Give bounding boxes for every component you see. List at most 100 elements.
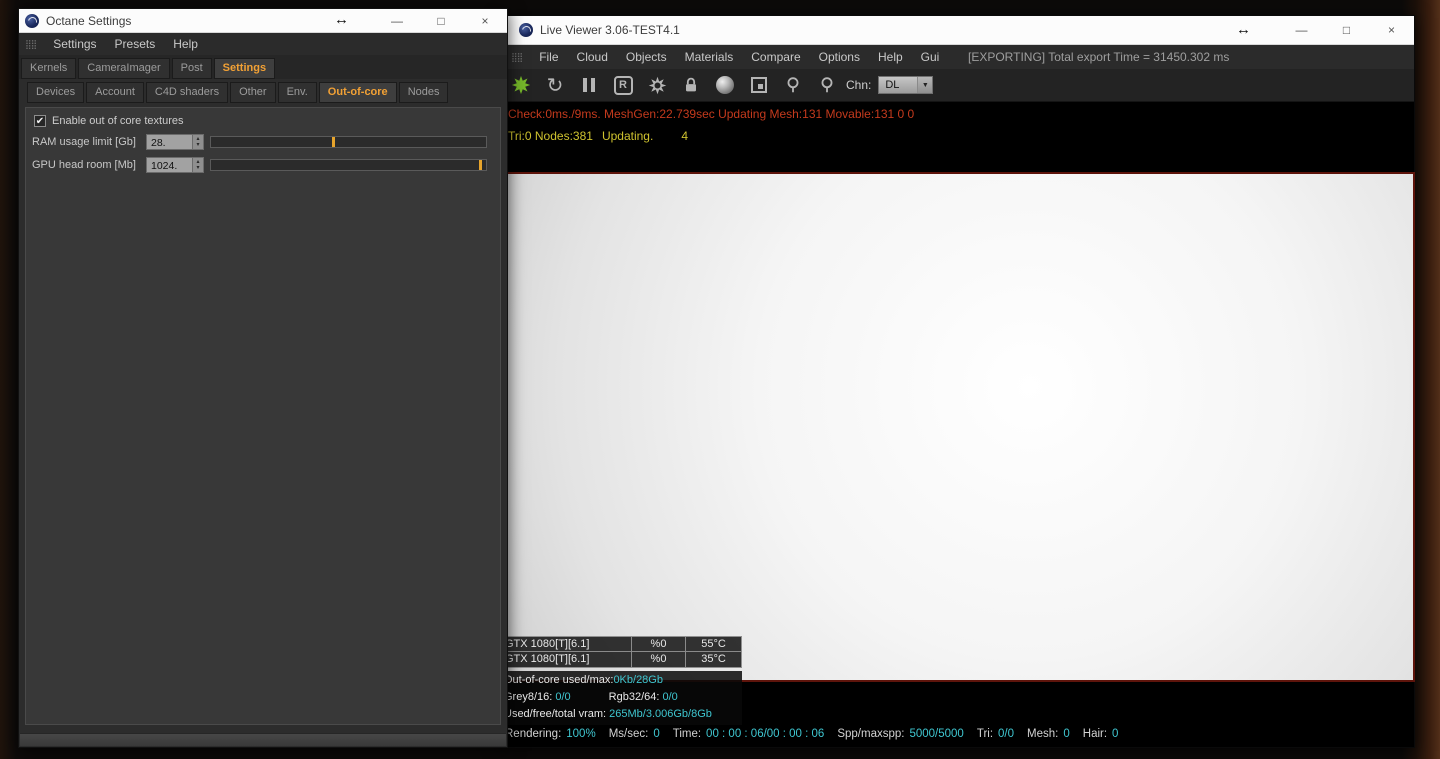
enable-out-of-core-checkbox[interactable]: ✔ (34, 115, 46, 127)
subtab-out-of-core[interactable]: Out-of-core (318, 82, 397, 103)
gpu-load: %0 (632, 652, 686, 667)
menu-compare[interactable]: Compare (742, 50, 809, 64)
gpu-headroom-spinbox[interactable]: 1024. ▴ ▾ (146, 157, 204, 173)
live-viewer-titlebar[interactable]: Live Viewer 3.06-TEST4.1 ↔ — □ × (501, 16, 1414, 45)
minimize-button[interactable]: — (1279, 16, 1324, 44)
gpu-headroom-slider[interactable] (210, 159, 487, 171)
grey-label: Grey8/16: (504, 691, 553, 703)
close-button[interactable]: × (1369, 16, 1414, 44)
subtab-c4d-shaders[interactable]: C4D shaders (145, 82, 229, 103)
octane-settings-titlebar[interactable]: Octane Settings ↔ — □ × (19, 9, 507, 33)
ram-usage-value: 28. (151, 137, 166, 149)
material-preview-button[interactable] (708, 69, 742, 102)
slider-handle[interactable] (479, 160, 483, 170)
maximize-button[interactable]: □ (419, 9, 463, 32)
lock-icon (686, 77, 696, 92)
slider-handle[interactable] (332, 137, 335, 147)
rgb-label: Rgb32/64: (608, 691, 660, 703)
render-footer-statusbar: Rendering: 100% Ms/sec: 0 Time: 00 : 00 : 0… (505, 728, 1118, 740)
octane-logo-icon (511, 75, 531, 95)
live-viewer-menubar: ⣿⣿ File Cloud Objects Materials Compare … (501, 45, 1414, 69)
refresh-icon: ↻ (546, 74, 564, 97)
focus-picker-pin-icon (787, 77, 799, 93)
material-picker-button[interactable] (810, 69, 844, 102)
render-region-icon (751, 77, 767, 93)
render-status-area: Check:0ms./9ms. MeshGen:22.739sec Updati… (501, 102, 1414, 172)
gpu-headroom-label: GPU head room [Mb] (32, 159, 136, 171)
gpu-headroom-row: GPU head room [Mb] 1024. ▴ ▾ (26, 157, 500, 173)
tab-post[interactable]: Post (171, 58, 212, 79)
ram-usage-spinbox[interactable]: 28. ▴ ▾ (146, 134, 204, 150)
menu-cloud[interactable]: Cloud (568, 50, 617, 64)
maximize-button[interactable]: □ (1324, 16, 1369, 44)
window-title: Live Viewer 3.06-TEST4.1 (540, 23, 680, 37)
rgb-value: 0/0 (662, 691, 678, 703)
tab-settings[interactable]: Settings (213, 58, 276, 79)
subtab-env[interactable]: Env. (277, 82, 317, 103)
menu-grip-icon[interactable]: ⣿⣿ (511, 52, 523, 63)
ram-usage-row: RAM usage limit [Gb] 28. ▴ ▾ (26, 134, 500, 150)
octane-settings-menubar: ⣿⣿ Settings Presets Help (19, 33, 507, 55)
rendering-segment: Rendering: 100% (505, 728, 596, 740)
out-of-core-value: 0Kb/28Gb (613, 674, 663, 686)
gear-icon (648, 76, 666, 94)
tab-cameraimager[interactable]: CameraImager (78, 58, 170, 79)
render-viewport[interactable] (501, 172, 1415, 682)
menu-options[interactable]: Options (810, 50, 869, 64)
spinner-arrows-icon[interactable]: ▴ ▾ (192, 158, 203, 172)
pause-icon (583, 78, 595, 92)
focus-picker-button[interactable] (776, 69, 810, 102)
ram-usage-slider[interactable] (210, 136, 487, 148)
material-sphere-icon (716, 76, 734, 94)
gpu-name: GTX 1080[T][6.1] (502, 652, 632, 667)
channel-dropdown[interactable]: DL ▼ (878, 76, 934, 94)
subtab-account[interactable]: Account (86, 82, 144, 103)
enable-out-of-core-row: ✔ Enable out of core textures (34, 115, 183, 127)
memory-stats-block: Out-of-core used/max:0Kb/28Gb Grey8/16: … (501, 671, 742, 725)
live-viewer-toolbar: ↻ R Chn: DL ▼ (501, 69, 1414, 102)
out-of-core-row: Out-of-core used/max:0Kb/28Gb (504, 672, 739, 689)
lock-resolution-button[interactable] (674, 69, 708, 102)
gpu-table: GTX 1080[T][6.1] %0 55°C GTX 1080[T][6.1… (501, 636, 742, 668)
settings-button[interactable] (640, 69, 674, 102)
vram-label: Used/free/total vram: (504, 708, 607, 720)
updating-state: Updating. (601, 129, 654, 143)
menu-file[interactable]: File (530, 50, 567, 64)
checkbox-label: Enable out of core textures (52, 115, 184, 127)
out-of-core-label: Out-of-core used/max: (504, 674, 614, 686)
menu-materials[interactable]: Materials (676, 50, 743, 64)
gpu-load: %0 (632, 637, 686, 652)
tab-kernels[interactable]: Kernels (21, 58, 77, 79)
minimize-button[interactable]: — (375, 9, 419, 32)
node-status-text: Tri:0 Nodes:381 Updating. 4 (508, 129, 1414, 143)
octane-app-icon (519, 23, 533, 37)
menu-gui[interactable]: Gui (912, 50, 949, 64)
channel-label: Chn: (846, 78, 872, 92)
live-viewer-window: Live Viewer 3.06-TEST4.1 ↔ — □ × ⣿⣿ File… (500, 15, 1415, 748)
octane-render-button[interactable] (504, 69, 538, 102)
subtab-devices[interactable]: Devices (27, 82, 85, 103)
time-segment: Time: 00 : 00 : 06/00 : 00 : 06 (672, 728, 825, 740)
restart-icon: R (613, 75, 633, 95)
subtab-other[interactable]: Other (230, 82, 276, 103)
pause-button[interactable] (572, 69, 606, 102)
hair-segment: Hair: 0 (1082, 728, 1119, 740)
subtab-nodes[interactable]: Nodes (398, 82, 449, 103)
menu-presets[interactable]: Presets (106, 37, 165, 51)
spinner-arrows-icon[interactable]: ▴ ▾ (192, 135, 203, 149)
gpu-name: GTX 1080[T][6.1] (502, 637, 632, 652)
window-resize-bar[interactable] (20, 733, 506, 746)
menu-objects[interactable]: Objects (617, 50, 676, 64)
mssec-segment: Ms/sec: 0 (608, 728, 660, 740)
ram-usage-label: RAM usage limit [Gb] (32, 136, 136, 148)
close-button[interactable]: × (463, 9, 507, 32)
menu-grip-icon[interactable]: ⣿⣿ (25, 39, 37, 50)
menu-settings[interactable]: Settings (44, 37, 105, 51)
menu-help[interactable]: Help (869, 50, 912, 64)
spp-segment: Spp/maxspp: 5000/5000 (837, 728, 964, 740)
refresh-button[interactable]: ↻ (538, 69, 572, 102)
resize-cursor-icon: ↔ (334, 11, 349, 28)
menu-help[interactable]: Help (164, 37, 207, 51)
render-region-button[interactable] (742, 69, 776, 102)
restart-button[interactable]: R (606, 69, 640, 102)
